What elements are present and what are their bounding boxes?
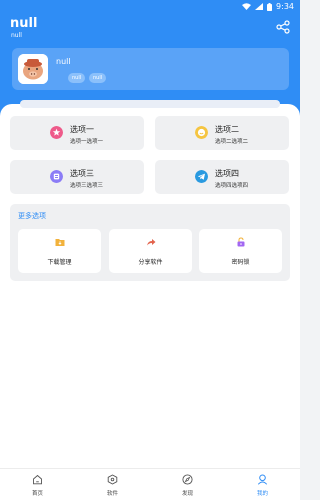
download-manager-button[interactable]: 下载管理 [18,229,101,273]
card-peek-divider [20,100,280,108]
password-lock-button[interactable]: 密码锁 [199,229,282,273]
status-icons: 9:34 [242,2,294,11]
tab-label: 发现 [181,491,193,497]
tab-home[interactable]: 首页 [0,469,75,500]
tab-mine[interactable]: 我的 [225,469,300,500]
profile-tag: null [89,73,107,83]
smile-icon [195,126,208,139]
box-icon [50,170,63,183]
profile-tag: null [68,73,86,83]
option-desc: 选项三选项三 [70,183,104,189]
share-arrow-icon [147,239,156,246]
telegram-icon [195,170,208,183]
tab-label: 首页 [31,491,43,497]
tab-discover[interactable]: 发现 [150,469,225,500]
option-card-2[interactable]: 选项二 选项二选项二 [155,116,289,150]
status-bar: 9:34 [0,0,300,14]
option-title: 选项三 [70,169,94,178]
option-desc: 选项四选项四 [215,183,249,189]
option-card-3[interactable]: 选项三 选项三选项三 [10,160,144,194]
tab-software[interactable]: 软件 [75,469,150,500]
home-icon [33,474,42,485]
compass-icon [182,474,193,485]
more-item-label: 下载管理 [47,259,72,266]
option-card-4[interactable]: 选项四 选项四选项四 [155,160,289,194]
more-item-label: 密码锁 [231,259,250,266]
option-desc: 选项一选项一 [70,139,104,145]
more-item-label: 分享软件 [138,259,163,266]
battery-icon [267,2,273,11]
status-time: 9:34 [276,2,294,11]
lock-icon [237,237,245,247]
share-icon[interactable] [276,20,290,34]
profile-card[interactable]: null null null [12,48,289,90]
app-icon [107,474,118,485]
option-desc: 选项二选项二 [215,139,249,145]
avatar[interactable] [18,54,48,84]
tab-label: 软件 [106,491,118,497]
more-options-section: 更多选项 下载管理 分享软件 密码锁 [10,204,290,281]
signal-icon [255,3,264,10]
wifi-icon [242,3,252,10]
person-icon [257,474,268,485]
option-card-1[interactable]: 选项一 选项一选项一 [10,116,144,150]
option-title: 选项二 [215,125,239,134]
section-title: 更多选项 [18,212,46,220]
content-panel [0,104,300,468]
tab-label: 我的 [256,491,268,497]
pig-avatar-icon [18,54,48,84]
page-title: null [10,16,38,31]
bottom-nav: 首页 软件 发现 我的 [0,468,300,500]
page-subtitle: null [11,32,22,39]
option-title: 选项一 [70,125,94,134]
option-title: 选项四 [215,169,239,178]
star-icon [50,126,63,139]
share-software-button[interactable]: 分享软件 [109,229,192,273]
download-folder-icon [55,239,65,246]
profile-name: null [56,57,71,66]
